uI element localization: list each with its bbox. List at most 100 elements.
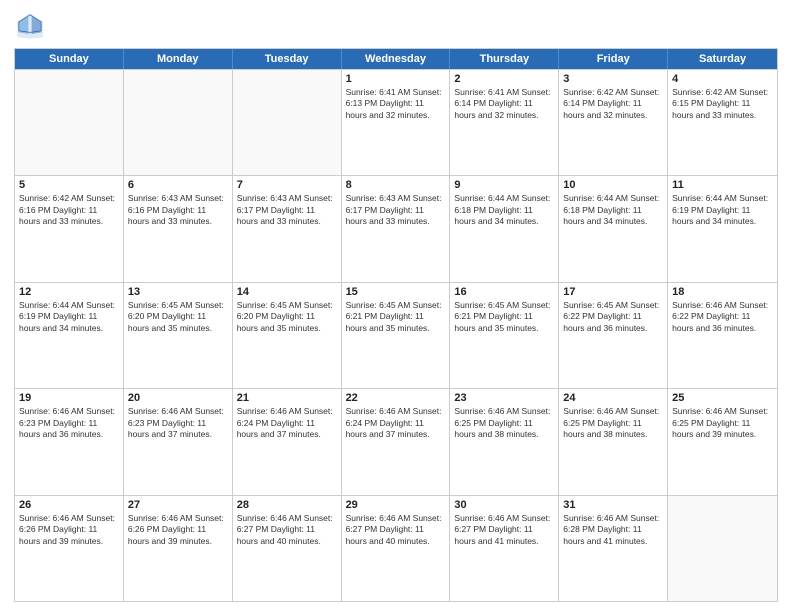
page: SundayMondayTuesdayWednesdayThursdayFrid…	[0, 0, 792, 612]
day-number: 26	[19, 499, 119, 511]
day-info: Sunrise: 6:46 AM Sunset: 6:23 PM Dayligh…	[19, 406, 119, 440]
calendar-cell	[124, 70, 233, 175]
day-number: 23	[454, 392, 554, 404]
day-info: Sunrise: 6:42 AM Sunset: 6:16 PM Dayligh…	[19, 193, 119, 227]
day-number: 28	[237, 499, 337, 511]
day-info: Sunrise: 6:45 AM Sunset: 6:20 PM Dayligh…	[237, 300, 337, 334]
day-number: 31	[563, 499, 663, 511]
day-info: Sunrise: 6:44 AM Sunset: 6:18 PM Dayligh…	[454, 193, 554, 227]
day-info: Sunrise: 6:46 AM Sunset: 6:27 PM Dayligh…	[237, 513, 337, 547]
calendar-cell: 15 Sunrise: 6:45 AM Sunset: 6:21 PM Dayli…	[342, 283, 451, 388]
day-info: Sunrise: 6:46 AM Sunset: 6:28 PM Dayligh…	[563, 513, 663, 547]
day-number: 25	[672, 392, 773, 404]
day-number: 21	[237, 392, 337, 404]
day-info: Sunrise: 6:45 AM Sunset: 6:21 PM Dayligh…	[454, 300, 554, 334]
day-info: Sunrise: 6:46 AM Sunset: 6:24 PM Dayligh…	[237, 406, 337, 440]
day-info: Sunrise: 6:41 AM Sunset: 6:13 PM Dayligh…	[346, 87, 446, 121]
day-info: Sunrise: 6:44 AM Sunset: 6:19 PM Dayligh…	[672, 193, 773, 227]
header-day-thursday: Thursday	[450, 49, 559, 69]
calendar-cell: 27Sunrise: 6:46 AM Sunset: 6:26 PM Dayli…	[124, 496, 233, 601]
day-number: 10	[563, 179, 663, 191]
calendar-cell: 22 Sunrise: 6:46 AM Sunset: 6:24 PM Dayli…	[342, 389, 451, 494]
calendar-cell: 23 Sunrise: 6:46 AM Sunset: 6:25 PM Dayli…	[450, 389, 559, 494]
day-info: Sunrise: 6:42 AM Sunset: 6:15 PM Dayligh…	[672, 87, 773, 121]
calendar-cell: 19 Sunrise: 6:46 AM Sunset: 6:23 PM Dayli…	[15, 389, 124, 494]
calendar-cell: 10 Sunrise: 6:44 AM Sunset: 6:18 PM Dayli…	[559, 176, 668, 281]
day-number: 5	[19, 179, 119, 191]
day-info: Sunrise: 6:46 AM Sunset: 6:23 PM Dayligh…	[128, 406, 228, 440]
day-info: Sunrise: 6:45 AM Sunset: 6:20 PM Dayligh…	[128, 300, 228, 334]
day-info: Sunrise: 6:46 AM Sunset: 6:26 PM Dayligh…	[128, 513, 228, 547]
day-number: 17	[563, 286, 663, 298]
calendar-cell: 18 Sunrise: 6:46 AM Sunset: 6:22 PM Dayli…	[668, 283, 777, 388]
header	[14, 10, 778, 42]
day-number: 18	[672, 286, 773, 298]
calendar-cell: 28 Sunrise: 6:46 AM Sunset: 6:27 PM Dayli…	[233, 496, 342, 601]
header-day-tuesday: Tuesday	[233, 49, 342, 69]
day-number: 2	[454, 73, 554, 85]
day-number: 8	[346, 179, 446, 191]
calendar-cell: 11Sunrise: 6:44 AM Sunset: 6:19 PM Dayli…	[668, 176, 777, 281]
day-number: 1	[346, 73, 446, 85]
day-info: Sunrise: 6:45 AM Sunset: 6:21 PM Dayligh…	[346, 300, 446, 334]
calendar-row-3: 12 Sunrise: 6:44 AM Sunset: 6:19 PM Dayli…	[15, 282, 777, 388]
calendar-cell: 13 Sunrise: 6:45 AM Sunset: 6:20 PM Dayli…	[124, 283, 233, 388]
calendar-cell: 21 Sunrise: 6:46 AM Sunset: 6:24 PM Dayli…	[233, 389, 342, 494]
day-info: Sunrise: 6:46 AM Sunset: 6:22 PM Dayligh…	[672, 300, 773, 334]
calendar-cell: 7Sunrise: 6:43 AM Sunset: 6:17 PM Daylig…	[233, 176, 342, 281]
calendar-cell: 5 Sunrise: 6:42 AM Sunset: 6:16 PM Daylig…	[15, 176, 124, 281]
day-info: Sunrise: 6:44 AM Sunset: 6:19 PM Dayligh…	[19, 300, 119, 334]
day-info: Sunrise: 6:42 AM Sunset: 6:14 PM Dayligh…	[563, 87, 663, 121]
calendar: SundayMondayTuesdayWednesdayThursdayFrid…	[14, 48, 778, 602]
calendar-cell: 26 Sunrise: 6:46 AM Sunset: 6:26 PM Dayli…	[15, 496, 124, 601]
header-day-monday: Monday	[124, 49, 233, 69]
header-day-sunday: Sunday	[15, 49, 124, 69]
day-info: Sunrise: 6:46 AM Sunset: 6:24 PM Dayligh…	[346, 406, 446, 440]
day-info: Sunrise: 6:46 AM Sunset: 6:25 PM Dayligh…	[454, 406, 554, 440]
day-info: Sunrise: 6:46 AM Sunset: 6:26 PM Dayligh…	[19, 513, 119, 547]
calendar-cell: 16 Sunrise: 6:45 AM Sunset: 6:21 PM Dayli…	[450, 283, 559, 388]
day-number: 15	[346, 286, 446, 298]
calendar-cell	[15, 70, 124, 175]
day-number: 3	[563, 73, 663, 85]
calendar-cell: 1 Sunrise: 6:41 AM Sunset: 6:13 PM Daylig…	[342, 70, 451, 175]
day-number: 14	[237, 286, 337, 298]
logo-icon	[14, 10, 46, 42]
day-number: 22	[346, 392, 446, 404]
calendar-cell	[668, 496, 777, 601]
logo	[14, 10, 50, 42]
day-info: Sunrise: 6:43 AM Sunset: 6:17 PM Dayligh…	[237, 193, 337, 227]
day-number: 6	[128, 179, 228, 191]
day-number: 16	[454, 286, 554, 298]
day-number: 29	[346, 499, 446, 511]
day-info: Sunrise: 6:43 AM Sunset: 6:16 PM Dayligh…	[128, 193, 228, 227]
header-day-saturday: Saturday	[668, 49, 777, 69]
day-number: 12	[19, 286, 119, 298]
calendar-row-5: 26 Sunrise: 6:46 AM Sunset: 6:26 PM Dayli…	[15, 495, 777, 601]
calendar-row-2: 5 Sunrise: 6:42 AM Sunset: 6:16 PM Daylig…	[15, 175, 777, 281]
day-number: 13	[128, 286, 228, 298]
calendar-cell: 24Sunrise: 6:46 AM Sunset: 6:25 PM Dayli…	[559, 389, 668, 494]
day-info: Sunrise: 6:46 AM Sunset: 6:25 PM Dayligh…	[563, 406, 663, 440]
day-number: 19	[19, 392, 119, 404]
header-day-wednesday: Wednesday	[342, 49, 451, 69]
day-info: Sunrise: 6:45 AM Sunset: 6:22 PM Dayligh…	[563, 300, 663, 334]
day-info: Sunrise: 6:46 AM Sunset: 6:27 PM Dayligh…	[346, 513, 446, 547]
day-info: Sunrise: 6:41 AM Sunset: 6:14 PM Dayligh…	[454, 87, 554, 121]
calendar-cell: 31 Sunrise: 6:46 AM Sunset: 6:28 PM Dayli…	[559, 496, 668, 601]
day-number: 30	[454, 499, 554, 511]
calendar-cell: 30 Sunrise: 6:46 AM Sunset: 6:27 PM Dayli…	[450, 496, 559, 601]
calendar-cell: 3 Sunrise: 6:42 AM Sunset: 6:14 PM Daylig…	[559, 70, 668, 175]
day-info: Sunrise: 6:46 AM Sunset: 6:25 PM Dayligh…	[672, 406, 773, 440]
calendar-header: SundayMondayTuesdayWednesdayThursdayFrid…	[15, 49, 777, 69]
calendar-cell: 12 Sunrise: 6:44 AM Sunset: 6:19 PM Dayli…	[15, 283, 124, 388]
calendar-cell: 14 Sunrise: 6:45 AM Sunset: 6:20 PM Dayli…	[233, 283, 342, 388]
calendar-cell: 25 Sunrise: 6:46 AM Sunset: 6:25 PM Dayli…	[668, 389, 777, 494]
header-day-friday: Friday	[559, 49, 668, 69]
day-info: Sunrise: 6:44 AM Sunset: 6:18 PM Dayligh…	[563, 193, 663, 227]
calendar-row-4: 19 Sunrise: 6:46 AM Sunset: 6:23 PM Dayli…	[15, 388, 777, 494]
calendar-row-1: 1 Sunrise: 6:41 AM Sunset: 6:13 PM Daylig…	[15, 69, 777, 175]
calendar-cell: 8Sunrise: 6:43 AM Sunset: 6:17 PM Daylig…	[342, 176, 451, 281]
calendar-cell	[233, 70, 342, 175]
day-info: Sunrise: 6:46 AM Sunset: 6:27 PM Dayligh…	[454, 513, 554, 547]
